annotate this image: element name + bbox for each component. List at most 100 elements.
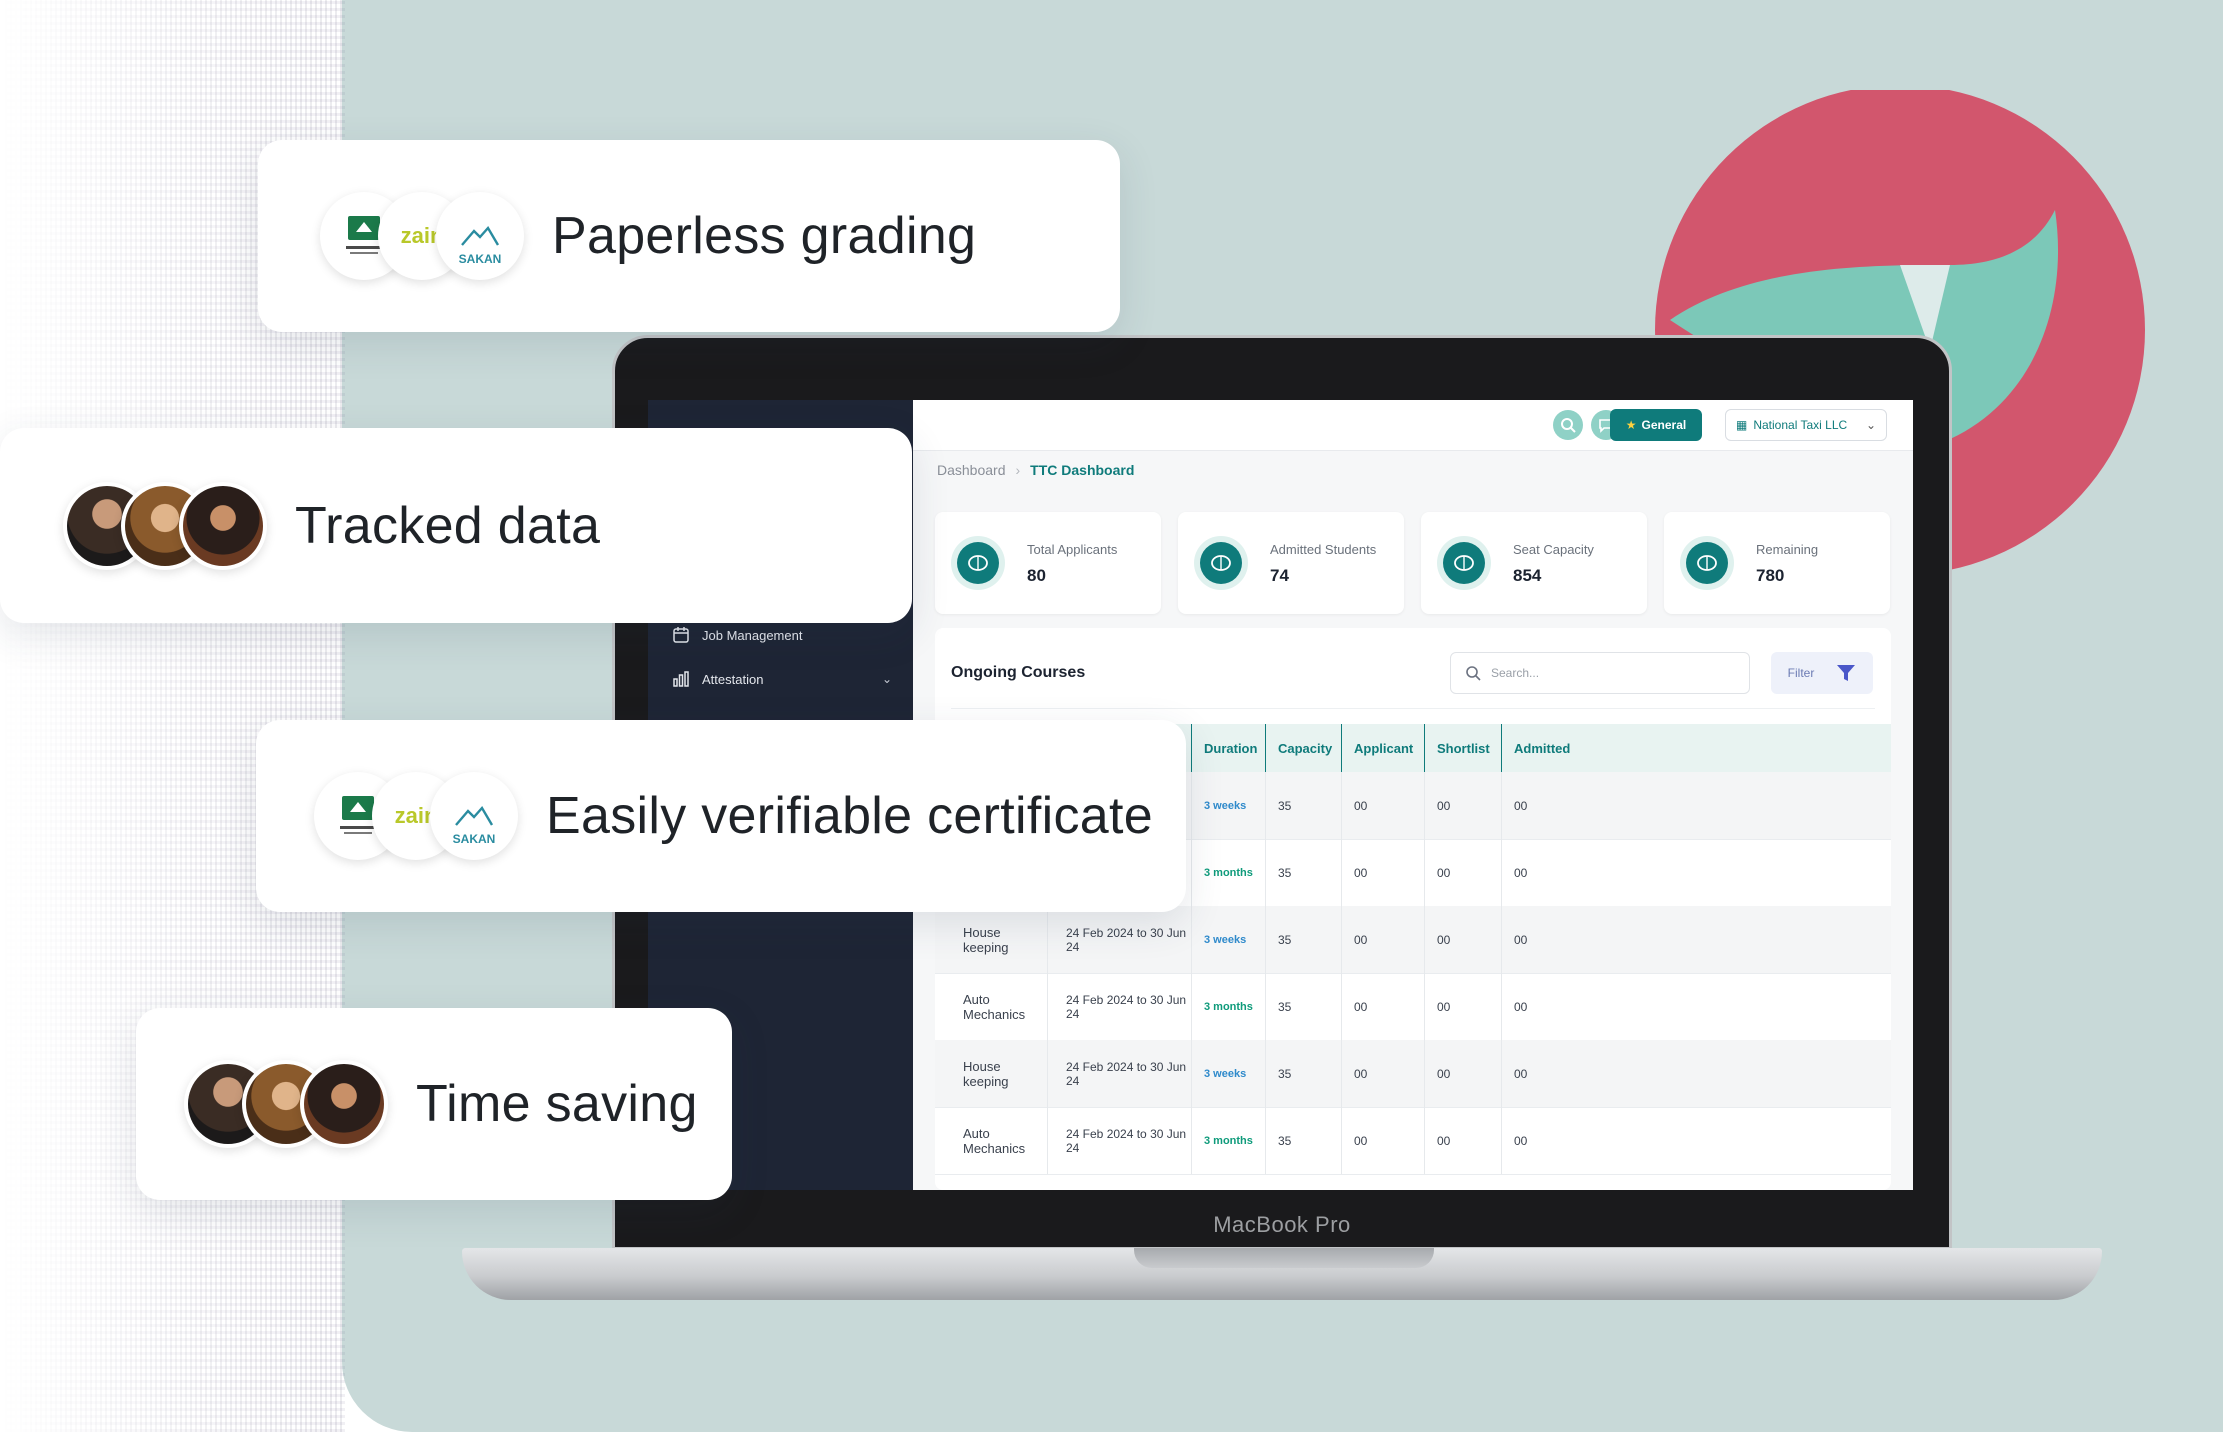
shortlist-cell: 00 [1424,1107,1501,1174]
calendar-icon [673,627,689,643]
organization-select[interactable]: ▦ National Taxi LLC ⌄ [1725,409,1887,441]
breadcrumb: Dashboard › TTC Dashboard [937,462,1134,478]
stat-label: Total Applicants [1027,542,1118,557]
admitted-cell: 00 [1501,973,1891,1040]
top-bar: ★ General ▦ National Taxi LLC ⌄ [913,400,1913,451]
stat-label: Remaining [1756,542,1819,557]
shortlist-cell: 00 [1424,906,1501,973]
star-icon: ★ [1625,418,1637,432]
feature-card-tracked-data: Tracked data [0,428,912,623]
brain-icon [1443,542,1485,584]
sakan-logo: SAKAN [436,192,524,280]
feature-text: Paperless grading [552,207,977,265]
duration-cell: 3 months [1191,1107,1265,1174]
stat-value: 80 [1027,566,1046,585]
feature-text: Time saving [416,1075,698,1133]
table-row[interactable]: Auto Mechanics 24 Feb 2024 to 30 Jun 24 3 … [935,1107,1891,1175]
table-row[interactable]: Auto Mechanics 24 Feb 2024 to 30 Jun 24 3 … [935,973,1891,1041]
filter-label: Filter [1787,666,1815,680]
stat-card-remaining: Remaining 780 [1664,512,1890,614]
chevron-down-icon[interactable]: ⌄ [882,672,892,686]
applicant-cell: 00 [1341,973,1424,1040]
search-button[interactable] [1553,410,1583,440]
stat-label: Admitted Students [1270,542,1377,557]
applicant-cell: 00 [1341,1040,1424,1107]
admitted-cell: 00 [1501,772,1891,839]
avatar [300,1060,388,1148]
building-icon: ▦ [1736,418,1748,432]
applicant-cell: 00 [1341,839,1424,906]
sakan-mountain-icon [461,225,500,246]
applicant-cell: 00 [1341,772,1424,839]
capacity-cell: 35 [1265,839,1341,906]
general-button[interactable]: ★ General [1610,409,1702,441]
shortlist-cell: 00 [1424,772,1501,839]
feature-text: Tracked data [295,496,601,555]
general-label: General [1641,418,1687,432]
search-icon [1466,666,1481,681]
filter-button[interactable]: Filter [1771,652,1873,694]
column-header-duration[interactable]: Duration [1191,724,1265,772]
date-range-cell: 24 Feb 2024 to 30 Jun 24 [1047,1107,1191,1174]
duration-cell: 3 weeks [1191,906,1265,973]
sidebar-item-job-management[interactable]: Job Management [672,620,892,650]
date-range-cell: 24 Feb 2024 to 30 Jun 24 [1047,973,1191,1040]
stat-value: 74 [1270,566,1289,585]
column-header-admitted[interactable]: Admitted [1501,724,1891,772]
panel-title: Ongoing Courses [951,664,1086,681]
laptop-notch [1134,1248,1434,1268]
capacity-cell: 35 [1265,906,1341,973]
stat-card-admitted-students: Admitted Students 74 [1178,512,1404,614]
sidebar-item-label: Job Management [702,627,803,643]
search-input[interactable]: Search... [1450,652,1750,694]
search-icon [1561,418,1576,433]
feature-card-verifiable-certificate: zain SAKAN Easily verifiable certificate [256,720,1186,912]
chevron-right-icon: › [1015,462,1021,478]
brain-icon [957,542,999,584]
feature-card-time-saving: Time saving [136,1008,732,1200]
chevron-down-icon: ⌄ [1865,418,1876,432]
table-row[interactable]: House keeping 24 Feb 2024 to 30 Jun 24 3 w… [935,906,1891,974]
sakan-logo: SAKAN [430,772,518,860]
admitted-cell: 00 [1501,839,1891,906]
date-range-cell: 24 Feb 2024 to 30 Jun 24 [1047,906,1191,973]
breadcrumb-root[interactable]: Dashboard [937,462,1006,478]
sakan-mountain-icon [455,805,494,826]
feature-text: Easily verifiable certificate [546,787,1153,845]
column-header-shortlist[interactable]: Shortlist [1424,724,1501,772]
stat-label: Seat Capacity [1513,542,1594,557]
applicant-cell: 00 [1341,906,1424,973]
column-header-capacity[interactable]: Capacity [1265,724,1341,772]
duration-cell: 3 weeks [1191,1040,1265,1107]
search-placeholder: Search... [1491,666,1540,680]
brain-icon [1200,542,1242,584]
shortlist-cell: 00 [1424,973,1501,1040]
organization-label: National Taxi LLC [1753,418,1848,432]
duration-cell: 3 weeks [1191,772,1265,839]
avatar [179,481,267,570]
logo-group: zain SAKAN [314,772,518,860]
brain-icon [1686,542,1728,584]
admitted-cell: 00 [1501,906,1891,973]
feature-card-paperless-grading: zain SAKAN Paperless grading [258,140,1120,332]
funnel-icon [1837,665,1856,681]
duration-cell: 3 months [1191,973,1265,1040]
table-row[interactable]: House keeping 24 Feb 2024 to 30 Jun 24 3 w… [935,1040,1891,1108]
admitted-cell: 00 [1501,1107,1891,1174]
divider [951,708,1875,709]
sidebar-item-attestation[interactable]: Attestation ⌄ [672,664,892,694]
sidebar-item-label: Attestation [702,671,764,687]
course-name-cell: House keeping [963,924,1009,955]
duration-cell: 3 months [1191,839,1265,906]
stat-value: 780 [1756,566,1785,585]
avatar-group [184,1060,388,1148]
laptop-label: MacBook Pro [1213,1212,1351,1237]
capacity-cell: 35 [1265,1107,1341,1174]
bar-chart-icon [673,671,689,687]
column-header-applicant[interactable]: Applicant [1341,724,1424,772]
capacity-cell: 35 [1265,973,1341,1040]
logo-group: zain SAKAN [320,192,524,280]
admitted-cell: 00 [1501,1040,1891,1107]
avatar-group [63,481,267,570]
course-name-cell: Auto Mechanics [963,1125,1026,1156]
